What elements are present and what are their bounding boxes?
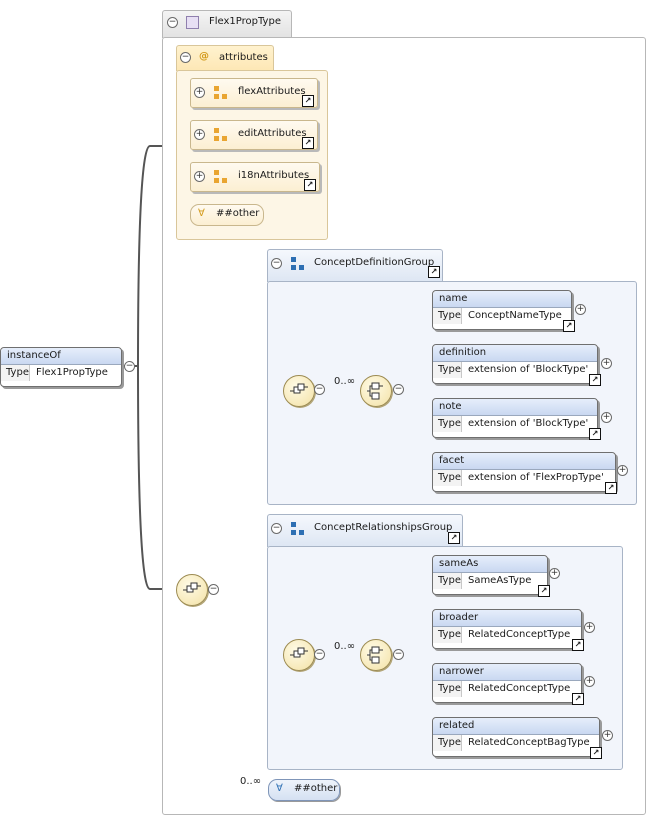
type-value: extension of 'BlockType'	[467, 364, 589, 375]
element-broader-node[interactable]: broader Type RelatedConceptType	[432, 609, 582, 649]
element-name: related	[433, 718, 599, 735]
expand-icon[interactable]: +	[601, 358, 612, 369]
type-key: Type	[433, 362, 462, 378]
type-value: RelatedConceptType	[467, 629, 571, 640]
type-value: SameAsType	[467, 575, 532, 586]
group-label: ConceptDefinitionGroup	[314, 257, 435, 268]
group-icon	[291, 257, 304, 270]
element-narrower-node[interactable]: narrower Type RelatedConceptType	[432, 663, 582, 703]
expand-icon[interactable]: +	[584, 622, 595, 633]
link-icon[interactable]: ↗	[428, 266, 440, 278]
attribute-group-label: i18nAttributes	[238, 170, 310, 181]
type-key: Type	[433, 627, 462, 643]
collapse-icon[interactable]: −	[393, 649, 404, 660]
complex-type-name: Flex1PropType	[209, 16, 281, 27]
link-icon[interactable]: ↗	[304, 179, 316, 191]
expand-icon[interactable]: +	[584, 676, 595, 687]
link-icon[interactable]: ↗	[590, 747, 602, 759]
collapse-icon[interactable]: −	[208, 584, 219, 595]
collapse-icon[interactable]: −	[314, 649, 325, 660]
collapse-icon[interactable]: −	[124, 361, 135, 372]
link-icon[interactable]: ↗	[589, 374, 601, 386]
expand-icon[interactable]: +	[194, 87, 205, 98]
wildcard-icon: ∀	[198, 208, 205, 219]
attribute-group-label: flexAttributes	[238, 86, 306, 97]
occurrence-label: 0..∞	[334, 641, 356, 652]
type-key: Type	[433, 573, 462, 589]
collapse-icon[interactable]: −	[271, 523, 282, 534]
wildcard-icon: ∀	[276, 783, 283, 794]
element-note-node[interactable]: note Type extension of 'BlockType'	[432, 398, 598, 438]
link-icon[interactable]: ↗	[302, 95, 314, 107]
group-icon	[291, 522, 304, 535]
element-facet-node[interactable]: facet Type extension of 'FlexPropType'	[432, 452, 616, 492]
sequence-icon	[290, 383, 308, 394]
attribute-group-icon	[214, 86, 227, 99]
any-attribute-label: ##other	[216, 208, 260, 219]
link-icon[interactable]: ↗	[302, 137, 314, 149]
type-key: Type	[433, 735, 462, 751]
type-key: Type	[1, 365, 30, 381]
complex-type-icon	[186, 16, 199, 29]
link-icon[interactable]: ↗	[563, 320, 575, 332]
at-icon: @	[199, 51, 209, 62]
element-name: broader	[433, 610, 581, 627]
type-key: Type	[433, 681, 462, 697]
element-related-node[interactable]: related Type RelatedConceptBagType	[432, 717, 600, 757]
collapse-icon[interactable]: −	[271, 258, 282, 269]
type-value: extension of 'BlockType'	[467, 418, 589, 429]
type-key: Type	[433, 416, 462, 432]
type-value: extension of 'FlexPropType'	[467, 472, 604, 483]
link-icon[interactable]: ↗	[605, 482, 617, 494]
attribute-group-label: editAttributes	[238, 128, 307, 139]
type-key: Type	[433, 308, 462, 324]
choice-icon	[367, 646, 383, 664]
link-icon[interactable]: ↗	[572, 693, 584, 705]
choice-icon	[367, 382, 383, 400]
attributes-label: attributes	[219, 52, 268, 63]
expand-icon[interactable]: +	[575, 304, 586, 315]
element-name: narrower	[433, 664, 581, 681]
attributes-collapse-icon[interactable]: −	[180, 52, 191, 63]
expand-icon[interactable]: +	[617, 465, 628, 476]
element-name: sameAs	[433, 556, 547, 573]
link-icon[interactable]: ↗	[448, 532, 460, 544]
link-icon[interactable]: ↗	[572, 639, 584, 651]
type-value: RelatedConceptBagType	[467, 737, 590, 748]
attribute-group-icon	[214, 128, 227, 141]
expand-icon[interactable]: +	[602, 730, 613, 741]
expand-icon[interactable]: +	[194, 129, 205, 140]
element-name: instanceOf	[1, 348, 121, 365]
any-element-label: ##other	[294, 783, 338, 794]
element-name: facet	[433, 453, 615, 470]
sequence-icon	[290, 647, 308, 658]
attribute-group-icon	[214, 170, 227, 183]
type-value: Flex1PropType	[35, 367, 108, 378]
element-name: note	[433, 399, 597, 416]
occurrence-label: 0..∞	[334, 376, 356, 387]
expand-icon[interactable]: +	[601, 412, 612, 423]
element-sameas-node[interactable]: sameAs Type SameAsType	[432, 555, 548, 595]
type-value: ConceptNameType	[467, 310, 562, 321]
sequence-icon	[183, 582, 201, 593]
element-name: name	[433, 291, 571, 308]
occurrence-label: 0..∞	[240, 776, 262, 787]
type-key: Type	[433, 470, 462, 486]
group-label: ConceptRelationshipsGroup	[314, 522, 453, 533]
link-icon[interactable]: ↗	[538, 585, 550, 597]
link-icon[interactable]: ↗	[589, 428, 601, 440]
expand-icon[interactable]: +	[549, 568, 560, 579]
element-name: definition	[433, 345, 597, 362]
collapse-icon[interactable]: −	[314, 384, 325, 395]
collapse-icon[interactable]: −	[393, 384, 404, 395]
expand-icon[interactable]: +	[194, 171, 205, 182]
type-value: RelatedConceptType	[467, 683, 571, 694]
element-name-node[interactable]: name Type ConceptNameType	[432, 290, 572, 330]
root-element[interactable]: instanceOf Type Flex1PropType	[0, 347, 122, 387]
collapse-icon[interactable]: −	[167, 17, 178, 28]
element-definition-node[interactable]: definition Type extension of 'BlockType'	[432, 344, 598, 384]
